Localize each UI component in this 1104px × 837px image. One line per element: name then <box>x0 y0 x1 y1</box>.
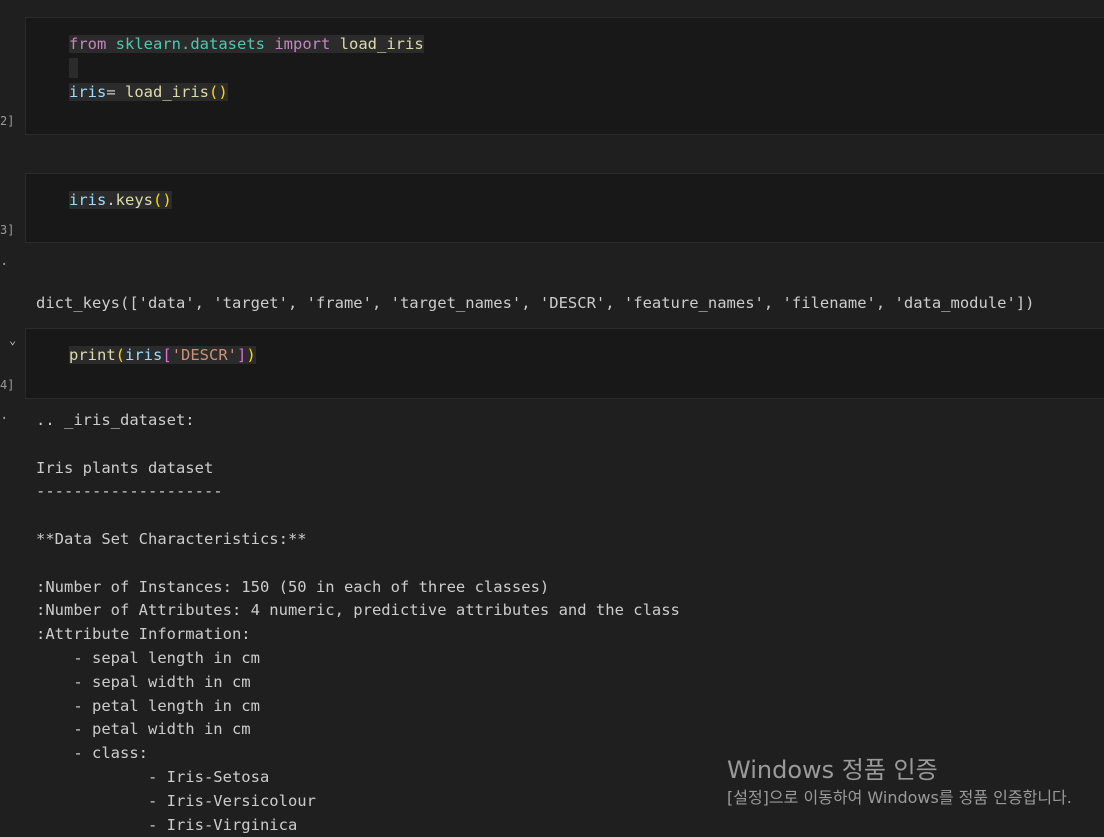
code-token: 'DESCR' <box>171 346 238 364</box>
collapse-chevron-icon[interactable]: ⌄ <box>9 333 16 347</box>
code-token: () <box>153 191 172 209</box>
code-token: ( <box>115 346 126 364</box>
output-line: - Iris-Versicolour <box>36 791 316 810</box>
output-line: - class: <box>36 744 148 763</box>
code-line-1[interactable]: from sklearn.datasets import load_iris <box>69 34 424 54</box>
execution-count: 2] <box>0 114 15 128</box>
code-token: = <box>106 83 125 101</box>
code-text[interactable]: iris.keys() <box>69 191 172 209</box>
activation-watermark-subtitle: [설정]으로 이동하여 Windows를 정품 인증합니다. <box>727 788 1072 807</box>
code-token: load_iris <box>339 35 424 53</box>
code-line-2[interactable] <box>69 58 78 83</box>
code-token: [ <box>162 346 172 364</box>
execution-count: 4] <box>0 378 15 392</box>
keys-output: dict_keys(['data', 'target', 'frame', 't… <box>36 256 1035 334</box>
output-marker: · <box>0 257 9 273</box>
output-line: - petal length in cm <box>36 696 260 715</box>
code-cell-3[interactable]: print(iris['DESCR']) <box>25 328 1104 399</box>
code-text[interactable]: iris= load_iris() <box>69 83 228 101</box>
output-line: - Iris-Setosa <box>36 767 270 786</box>
code-token: ) <box>246 346 256 364</box>
output-line: - petal width in cm <box>36 720 251 739</box>
output-line: -------------------- <box>36 482 223 501</box>
output-line: .. _iris_dataset: <box>36 411 195 429</box>
code-cell-2[interactable]: iris.keys() <box>25 173 1104 243</box>
output-line: dict_keys(['data', 'target', 'frame', 't… <box>36 294 1035 312</box>
code-token: ] <box>237 346 247 364</box>
output-line: Iris plants dataset <box>36 458 214 477</box>
output-line: - Iris-Virginica <box>36 815 298 834</box>
output-line: - sepal length in cm <box>36 648 260 667</box>
code-token: import <box>274 35 331 53</box>
output-marker: · <box>0 411 9 427</box>
code-token: () <box>209 83 228 101</box>
code-token: iris <box>69 83 107 101</box>
output-line: :Number of Instances: 150 (50 in each of… <box>36 577 550 596</box>
descr-output: .. _iris_dataset: Iris plants dataset ----… <box>36 409 680 837</box>
output-line: **Data Set Characteristics:** <box>36 529 307 548</box>
code-line-1[interactable]: iris.keys() <box>69 190 172 210</box>
code-token: load_iris <box>125 83 209 101</box>
output-line: :Attribute Information: <box>36 625 251 644</box>
activation-watermark-title: Windows 정품 인증 <box>727 756 938 784</box>
code-cell-1[interactable]: from sklearn.datasets import load_iris i… <box>25 17 1104 135</box>
execution-count: 3] <box>0 223 15 237</box>
code-line-3[interactable]: iris= load_iris() <box>69 82 228 102</box>
code-token: keys <box>115 191 153 209</box>
code-token: . <box>106 191 116 209</box>
code-token: iris <box>69 191 107 209</box>
code-token: sklearn.datasets <box>115 35 265 53</box>
code-text[interactable]: from sklearn.datasets import load_iris <box>69 35 424 53</box>
code-text[interactable]: print(iris['DESCR']) <box>69 346 256 364</box>
output-line: :Number of Attributes: 4 numeric, predic… <box>36 601 680 620</box>
output-line: - sepal width in cm <box>36 672 251 691</box>
code-line-1[interactable]: print(iris['DESCR']) <box>69 345 256 365</box>
empty-line-cursor <box>69 58 78 78</box>
code-token: print <box>69 346 116 364</box>
code-token: iris <box>125 346 163 364</box>
code-token: from <box>69 35 107 53</box>
